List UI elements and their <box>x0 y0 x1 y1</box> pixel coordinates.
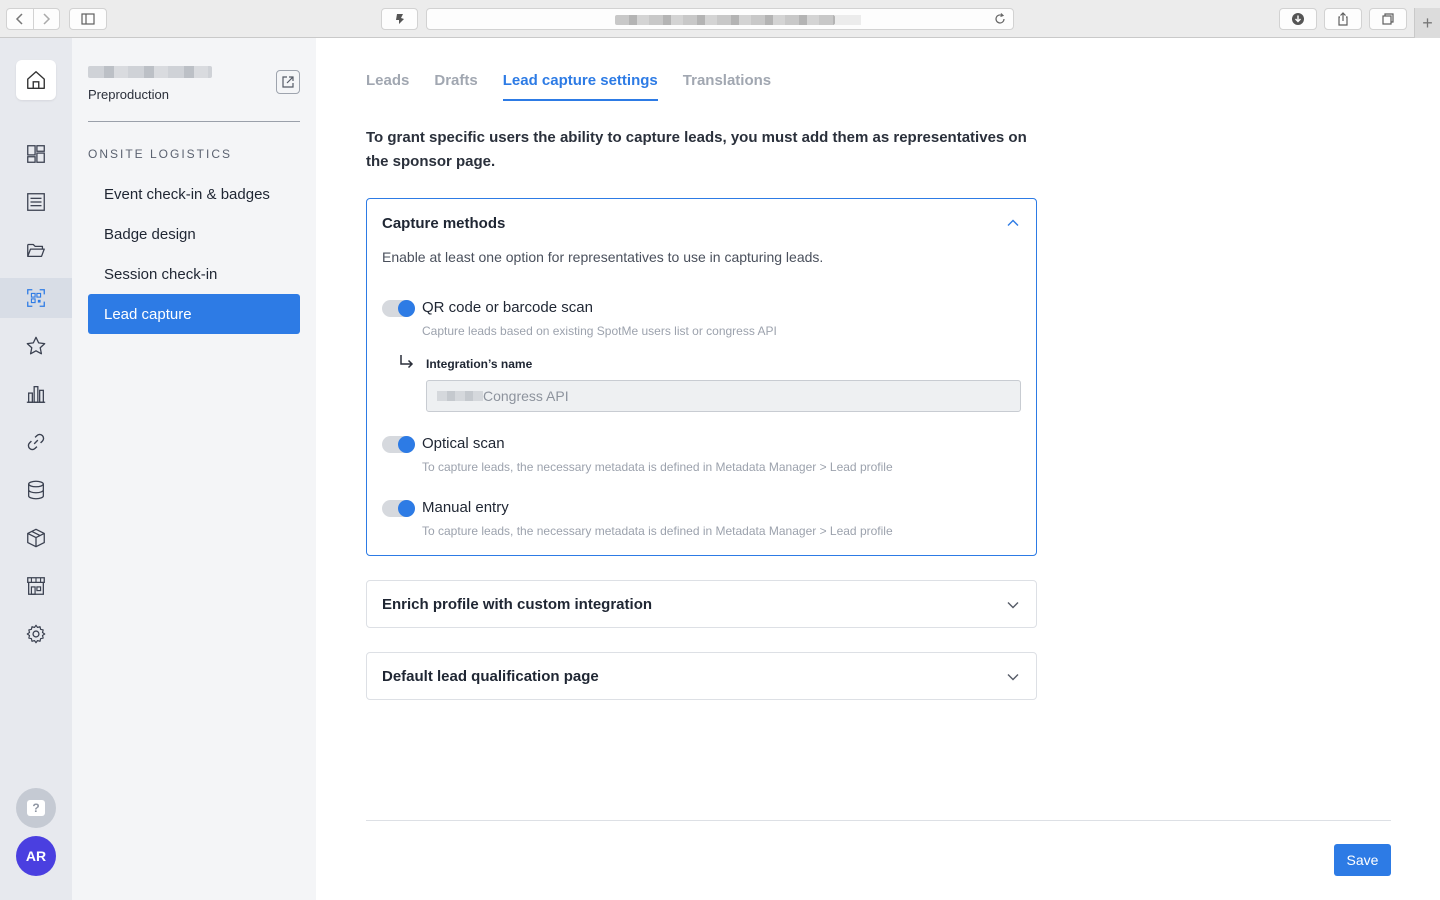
share-button[interactable] <box>1324 8 1362 30</box>
extension-icon <box>395 14 404 24</box>
manual-entry-toggle[interactable] <box>382 500 415 517</box>
sidebar-item-lead-capture[interactable]: Lead capture <box>88 294 300 334</box>
enrich-profile-title: Enrich profile with custom integration <box>382 596 653 613</box>
tab-leads[interactable]: Leads <box>366 72 409 101</box>
address-bar[interactable] <box>426 8 1014 30</box>
reload-icon[interactable] <box>993 12 1007 26</box>
rail-onsite-logistics-button[interactable] <box>0 278 72 318</box>
project-environment: Preproduction <box>88 87 169 102</box>
list-icon <box>27 193 45 211</box>
integration-name-value: Congress API <box>483 388 569 404</box>
browser-nav-buttons <box>6 8 60 30</box>
manual-entry-hint: To capture leads, the necessary metadata… <box>422 524 893 538</box>
rail-content-button[interactable] <box>0 182 72 222</box>
qr-scan-icon <box>27 289 45 307</box>
integration-prefix-redacted <box>437 391 483 401</box>
external-link-icon <box>282 76 294 88</box>
store-icon <box>27 577 45 595</box>
new-tab-button[interactable]: + <box>1414 8 1440 38</box>
rail-library-button[interactable] <box>0 230 72 270</box>
help-icon: ? <box>27 800 45 816</box>
address-gap <box>835 15 861 25</box>
integration-name-label: Integration’s name <box>426 357 533 371</box>
database-icon <box>28 480 44 500</box>
app-icon-rail: ? AR <box>0 38 72 900</box>
intro-text: To grant specific users the ability to c… <box>366 129 1027 170</box>
chevron-down-icon[interactable] <box>1006 598 1020 612</box>
download-icon <box>1292 13 1304 25</box>
tab-translations[interactable]: Translations <box>683 72 771 101</box>
back-button[interactable] <box>7 9 33 29</box>
rail-packages-button[interactable] <box>0 518 72 558</box>
address-text-redacted <box>615 15 835 25</box>
capture-methods-description: Enable at least one option for represent… <box>382 249 824 265</box>
footer-divider <box>366 820 1391 821</box>
sidebar-toggle-button[interactable] <box>69 8 107 30</box>
tab-bar: Leads Drafts Lead capture settings Trans… <box>366 72 796 101</box>
chevron-down-icon[interactable] <box>1006 670 1020 684</box>
rail-dashboard-button[interactable] <box>0 134 72 174</box>
extension-button[interactable] <box>381 8 418 30</box>
section-sidebar: Preproduction ONSITE LOGISTICS Event che… <box>72 38 316 900</box>
chevron-right-icon <box>43 13 51 25</box>
open-external-button[interactable] <box>276 70 300 94</box>
bar-chart-icon <box>26 386 46 403</box>
capture-methods-title[interactable]: Capture methods <box>382 215 505 232</box>
rail-integrations-button[interactable] <box>0 422 72 462</box>
chevron-left-icon <box>15 13 23 25</box>
subdirectory-arrow-icon <box>400 355 414 369</box>
share-icon <box>1338 12 1348 26</box>
user-avatar[interactable]: AR <box>16 836 56 876</box>
qr-code-toggle[interactable] <box>382 300 415 317</box>
toggle-knob <box>398 500 415 517</box>
rail-home-button[interactable] <box>16 60 56 100</box>
chevron-up-icon[interactable] <box>1006 216 1020 230</box>
forward-button[interactable] <box>32 9 60 29</box>
sidebar-section-heading: ONSITE LOGISTICS <box>88 147 233 161</box>
qr-code-label: QR code or barcode scan <box>422 299 593 316</box>
sidebar-item-event-check-in[interactable]: Event check-in & badges <box>88 174 300 214</box>
optical-scan-hint: To capture leads, the necessary metadata… <box>422 460 893 474</box>
browser-toolbar: + <box>0 0 1440 38</box>
qualification-page-title: Default lead qualification page <box>382 668 599 685</box>
home-icon <box>27 71 45 89</box>
rail-data-button[interactable] <box>0 470 72 510</box>
qr-code-hint: Capture leads based on existing SpotMe u… <box>422 324 777 338</box>
star-icon <box>26 336 46 355</box>
dashboard-icon <box>27 145 45 163</box>
optical-scan-toggle[interactable] <box>382 436 415 453</box>
sidebar-icon <box>81 13 95 25</box>
toggle-knob <box>398 436 415 453</box>
capture-methods-panel: Capture methods Enable at least one opti… <box>366 198 1037 556</box>
project-name-redacted <box>88 66 212 78</box>
tabs-icon <box>1382 13 1394 25</box>
rail-analytics-button[interactable] <box>0 374 72 414</box>
box-icon <box>27 528 45 548</box>
main-content: Leads Drafts Lead capture settings Trans… <box>316 38 1440 900</box>
rail-marketplace-button[interactable] <box>0 566 72 606</box>
toggle-knob <box>398 300 415 317</box>
optical-scan-label: Optical scan <box>422 435 505 452</box>
rail-settings-button[interactable] <box>0 614 72 654</box>
tabs-overview-button[interactable] <box>1369 8 1407 30</box>
manual-entry-label: Manual entry <box>422 499 509 516</box>
rail-engagement-button[interactable] <box>0 326 72 366</box>
help-button[interactable]: ? <box>16 788 56 828</box>
sidebar-item-badge-design[interactable]: Badge design <box>88 214 300 254</box>
sidebar-divider <box>88 121 300 122</box>
save-button[interactable]: Save <box>1334 844 1391 876</box>
integration-name-field[interactable]: Congress API <box>426 380 1021 412</box>
link-icon <box>27 433 45 451</box>
qualification-page-panel[interactable]: Default lead qualification page <box>366 652 1037 700</box>
folder-icon <box>27 243 45 258</box>
gear-icon <box>26 624 46 644</box>
tab-lead-capture-settings[interactable]: Lead capture settings <box>502 72 658 101</box>
enrich-profile-panel[interactable]: Enrich profile with custom integration <box>366 580 1037 628</box>
tab-drafts[interactable]: Drafts <box>434 72 477 101</box>
downloads-button[interactable] <box>1279 8 1317 30</box>
sidebar-item-session-check-in[interactable]: Session check-in <box>88 254 300 294</box>
